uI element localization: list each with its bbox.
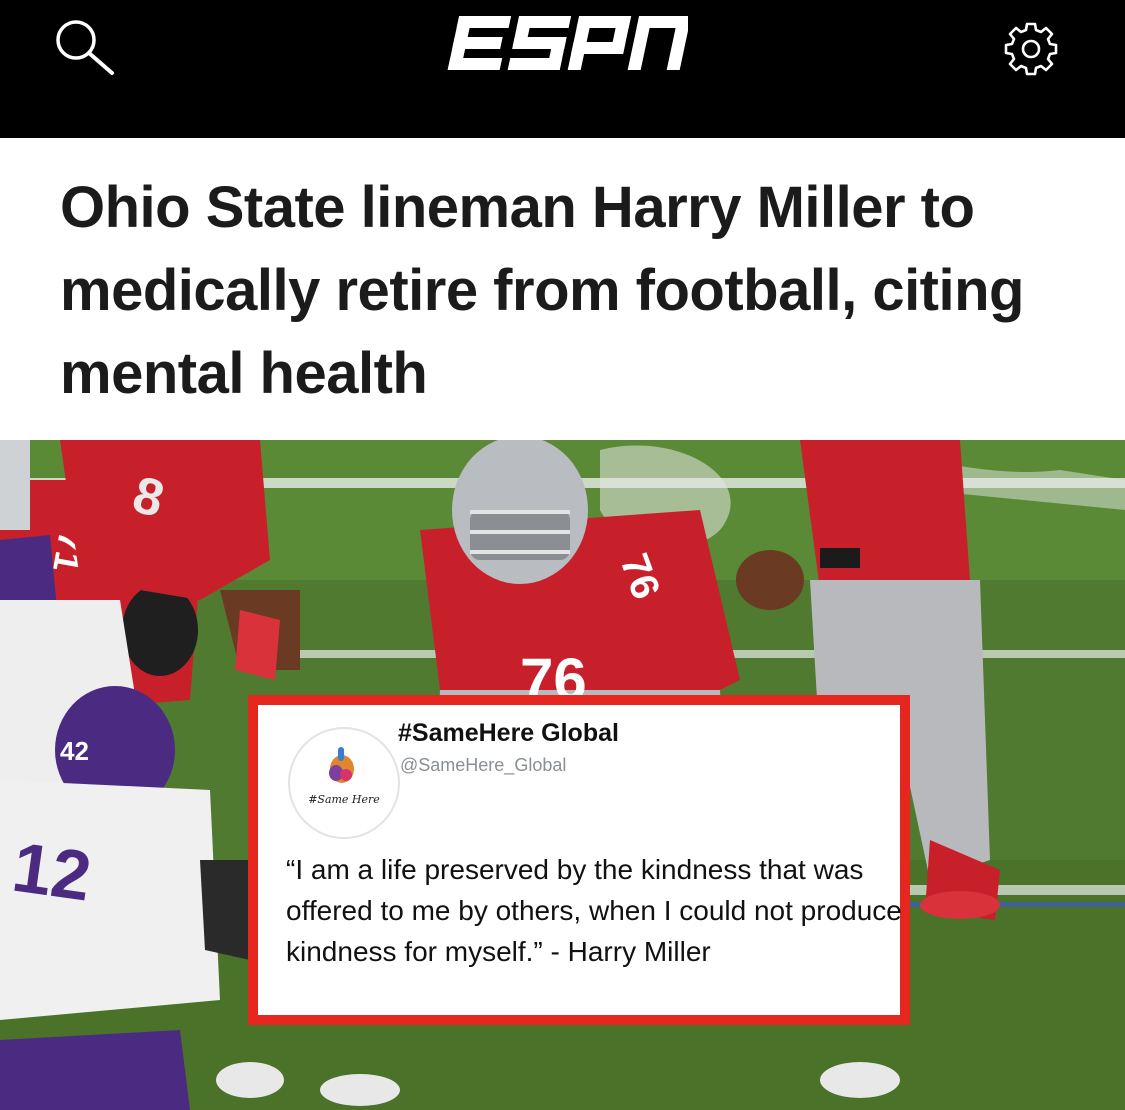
svg-text:12: 12 — [8, 828, 96, 916]
search-icon — [56, 20, 114, 75]
espn-logo-mark — [447, 16, 692, 70]
samehere-logo-icon — [329, 747, 354, 783]
gear-icon — [1004, 22, 1058, 76]
tweet-handle[interactable]: @SameHere_Global — [400, 755, 566, 776]
settings-button[interactable] — [998, 16, 1064, 82]
espn-logo[interactable] — [438, 12, 692, 74]
avatar[interactable]: #Same Here — [288, 727, 400, 839]
espn-article-page: Ohio State lineman Harry Miller to medic… — [0, 0, 1125, 1110]
tweet-card[interactable]: #Same Here #SameHere Global @SameHere_Gl… — [248, 695, 910, 1025]
search-button[interactable] — [50, 16, 122, 78]
tweet-display-name[interactable]: #SameHere Global — [398, 719, 619, 748]
top-bar — [0, 0, 1125, 138]
article-headline: Ohio State lineman Harry Miller to medic… — [60, 175, 1024, 406]
tweet-quote: “I am a life preserved by the kindness t… — [286, 854, 902, 967]
svg-text:42: 42 — [60, 736, 89, 766]
avatar-caption: #Same Here — [308, 793, 380, 806]
